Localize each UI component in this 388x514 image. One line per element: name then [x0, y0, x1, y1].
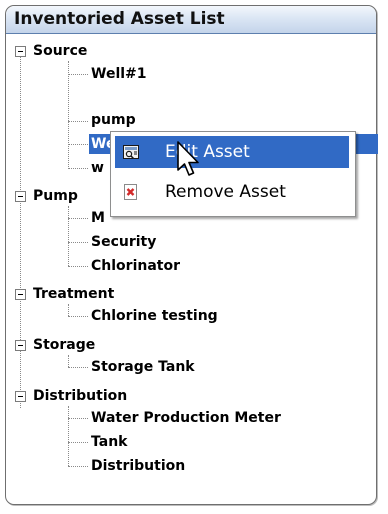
- edit-asset-icon: [123, 145, 139, 160]
- collapse-source-icon[interactable]: [15, 46, 26, 57]
- pump-branch-line: [68, 206, 69, 266]
- remove-asset-label: Remove Asset: [165, 182, 286, 202]
- tree-node-tank[interactable]: Tank: [89, 432, 129, 452]
- pump-child-1-connector: [68, 218, 88, 219]
- tree-node-w[interactable]: w: [89, 158, 106, 178]
- collapse-distribution-icon[interactable]: [15, 391, 26, 402]
- pump-child-3-connector: [68, 266, 88, 267]
- source-child-3-connector: [68, 144, 88, 145]
- remove-x-icon: [124, 184, 137, 200]
- distribution-child-2-connector: [68, 442, 88, 443]
- tree-node-chlorinator[interactable]: Chlorinator: [89, 256, 182, 276]
- collapse-pump-icon[interactable]: [15, 191, 26, 202]
- tree-root-line: [20, 51, 21, 408]
- source-child-4-connector: [68, 168, 88, 169]
- tree-node-chlorine-testing[interactable]: Chlorine testing: [89, 306, 220, 326]
- tree-node-water-production-meter[interactable]: Water Production Meter: [89, 408, 283, 428]
- source-branch-line: [68, 61, 69, 169]
- collapse-treatment-icon[interactable]: [15, 289, 26, 300]
- tree-node-pump[interactable]: pump: [89, 110, 138, 130]
- tree-node-storage-tank[interactable]: Storage Tank: [89, 357, 197, 377]
- treatment-child-1-connector: [68, 316, 88, 317]
- mouse-pointer-icon: [177, 141, 199, 176]
- source-child-2-connector: [68, 121, 88, 122]
- collapse-storage-icon[interactable]: [15, 340, 26, 351]
- source-child-1-connector: [68, 74, 88, 75]
- tree-node-treatment[interactable]: Treatment: [31, 284, 116, 304]
- tree-node-storage[interactable]: Storage: [31, 335, 97, 355]
- asset-tree: Source Well#1 pump Well w Pump M Securit…: [6, 34, 378, 494]
- distribution-child-3-connector: [68, 466, 88, 467]
- tree-node-m[interactable]: M: [89, 208, 107, 228]
- tree-node-security[interactable]: Security: [89, 232, 158, 252]
- treatment-branch-line: [68, 304, 69, 316]
- tree-node-source[interactable]: Source: [31, 41, 89, 61]
- menu-item-remove-asset[interactable]: Remove Asset: [115, 176, 349, 208]
- storage-child-1-connector: [68, 367, 88, 368]
- distribution-branch-line: [68, 406, 69, 466]
- context-menu: Edit Asset Remove Asset: [110, 131, 356, 217]
- asset-list-panel: Inventoried Asset List Source Well#1 pum…: [5, 5, 378, 505]
- tree-node-distribution-child[interactable]: Distribution: [89, 456, 187, 476]
- tree-node-distribution[interactable]: Distribution: [31, 386, 129, 406]
- storage-branch-line: [68, 355, 69, 367]
- distribution-child-1-connector: [68, 418, 88, 419]
- pump-child-2-connector: [68, 242, 88, 243]
- menu-item-edit-asset[interactable]: Edit Asset: [115, 136, 349, 168]
- tree-node-pump-station[interactable]: Pump: [31, 186, 80, 206]
- tree-node-well1[interactable]: Well#1: [89, 64, 149, 84]
- panel-title: Inventoried Asset List: [6, 6, 376, 34]
